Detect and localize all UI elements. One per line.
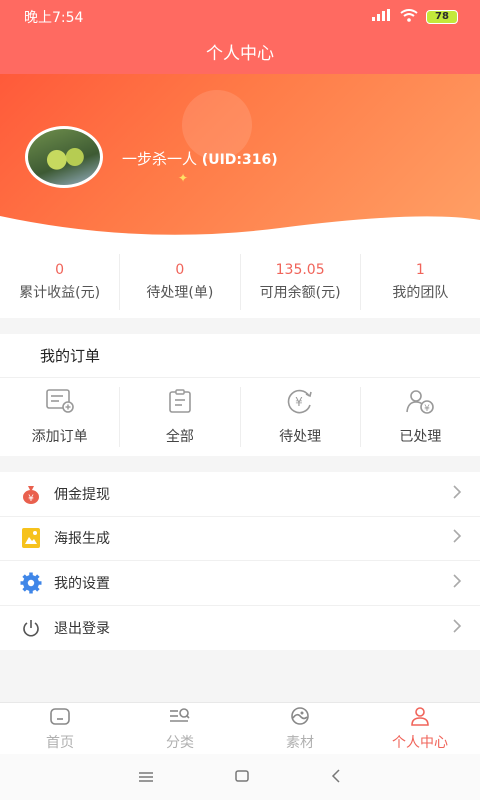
status-time: 晚上7:54	[24, 10, 84, 26]
tab-profile[interactable]: 个人中心	[360, 703, 480, 754]
menu-item-label: 海报生成	[54, 531, 110, 548]
order-action-label: 待处理	[279, 429, 322, 445]
user-nickname: 一步杀一人	[122, 150, 198, 168]
order-actions: 添加订单 全部 ¥ 待处理 ¥ 已处理	[0, 378, 480, 456]
tab-label: 素材	[286, 734, 314, 751]
stat-label: 我的团队	[392, 285, 449, 301]
page-title: 个人中心	[0, 34, 480, 74]
home-icon	[49, 706, 71, 730]
stat-value: 135.05	[275, 262, 325, 278]
tab-label: 分类	[166, 734, 194, 751]
menu-item-logout[interactable]: 退出登录	[0, 606, 480, 651]
order-action-label: 全部	[165, 429, 194, 445]
bottom-tab-bar: 首页 分类 素材 个人中心	[0, 702, 480, 754]
sparkle-icon: ✦	[178, 171, 189, 185]
user-name: 一步杀一人 (UID:316)	[122, 148, 278, 169]
user-yen-icon: ¥	[405, 388, 435, 418]
clipboard-icon	[167, 388, 193, 418]
chevron-right-icon	[452, 618, 462, 638]
chevron-right-icon	[452, 528, 462, 548]
category-search-icon	[168, 706, 192, 730]
material-icon	[289, 706, 311, 730]
stats-row: 0 累计收益(元) 0 待处理(单) 135.05 可用余额(元) 1 我的团队	[0, 246, 480, 318]
svg-text:¥: ¥	[28, 494, 34, 504]
menu-item-withdraw[interactable]: ¥ 佣金提现	[0, 472, 480, 517]
status-bar: 晚上7:54 78	[0, 0, 480, 34]
wifi-icon	[400, 8, 418, 26]
stat-total-earnings[interactable]: 0 累计收益(元)	[0, 254, 121, 310]
menu-item-settings[interactable]: 我的设置	[0, 561, 480, 606]
power-icon	[20, 617, 42, 639]
yen-refresh-icon: ¥	[285, 388, 315, 418]
chevron-right-icon	[452, 573, 462, 593]
home-square-icon[interactable]	[234, 768, 250, 787]
svg-text:¥: ¥	[295, 395, 303, 409]
menu-item-label: 退出登录	[54, 620, 110, 637]
add-order-icon	[45, 388, 75, 418]
user-uid: (UID:316)	[201, 152, 278, 168]
orders-title: 我的订单	[0, 334, 480, 378]
battery-icon: 78	[426, 10, 458, 24]
avatar[interactable]	[25, 126, 103, 188]
svg-text:¥: ¥	[425, 404, 431, 414]
menu-icon[interactable]	[138, 768, 154, 787]
order-action-label: 添加订单	[31, 429, 88, 445]
menu-item-poster[interactable]: 海报生成	[0, 517, 480, 561]
stat-value: 1	[415, 262, 425, 278]
stat-team[interactable]: 1 我的团队	[361, 254, 480, 310]
menu-item-label: 我的设置	[54, 575, 110, 592]
chevron-right-icon	[452, 484, 462, 504]
person-icon	[409, 706, 431, 730]
tab-home[interactable]: 首页	[0, 703, 120, 754]
wave-divider	[0, 216, 480, 246]
back-icon[interactable]	[330, 768, 342, 787]
stat-value: 0	[55, 262, 65, 278]
orders-section: 我的订单 添加订单 全部 ¥ 待处理 ¥ 已处理	[0, 334, 480, 456]
stat-pending[interactable]: 0 待处理(单)	[120, 254, 241, 310]
stat-label: 待处理(单)	[146, 285, 214, 301]
system-nav-bar	[0, 754, 480, 800]
gear-icon	[20, 572, 42, 594]
stat-value: 0	[175, 262, 185, 278]
tab-label: 个人中心	[392, 734, 448, 751]
processed-orders-button[interactable]: ¥ 已处理	[361, 387, 480, 447]
order-action-label: 已处理	[399, 429, 442, 445]
profile-banner: 一步杀一人 (UID:316) ✦	[0, 74, 480, 246]
menu-item-label: 佣金提现	[54, 486, 110, 503]
tab-label: 首页	[46, 734, 74, 751]
tab-category[interactable]: 分类	[120, 703, 240, 754]
pending-orders-button[interactable]: ¥ 待处理	[241, 387, 361, 447]
add-order-button[interactable]: 添加订单	[0, 387, 121, 447]
status-icons: 78	[372, 8, 458, 26]
stat-balance[interactable]: 135.05 可用余额(元)	[241, 254, 361, 310]
stat-label: 可用余额(元)	[259, 285, 341, 301]
tab-material[interactable]: 素材	[240, 703, 360, 754]
menu-list: ¥ 佣金提现 海报生成 我的设置 退出登录	[0, 472, 480, 650]
all-orders-button[interactable]: 全部	[120, 387, 241, 447]
money-bag-icon: ¥	[20, 483, 42, 505]
signal-icon	[372, 9, 392, 25]
poster-icon	[20, 527, 42, 549]
stat-label: 累计收益(元)	[19, 285, 101, 301]
